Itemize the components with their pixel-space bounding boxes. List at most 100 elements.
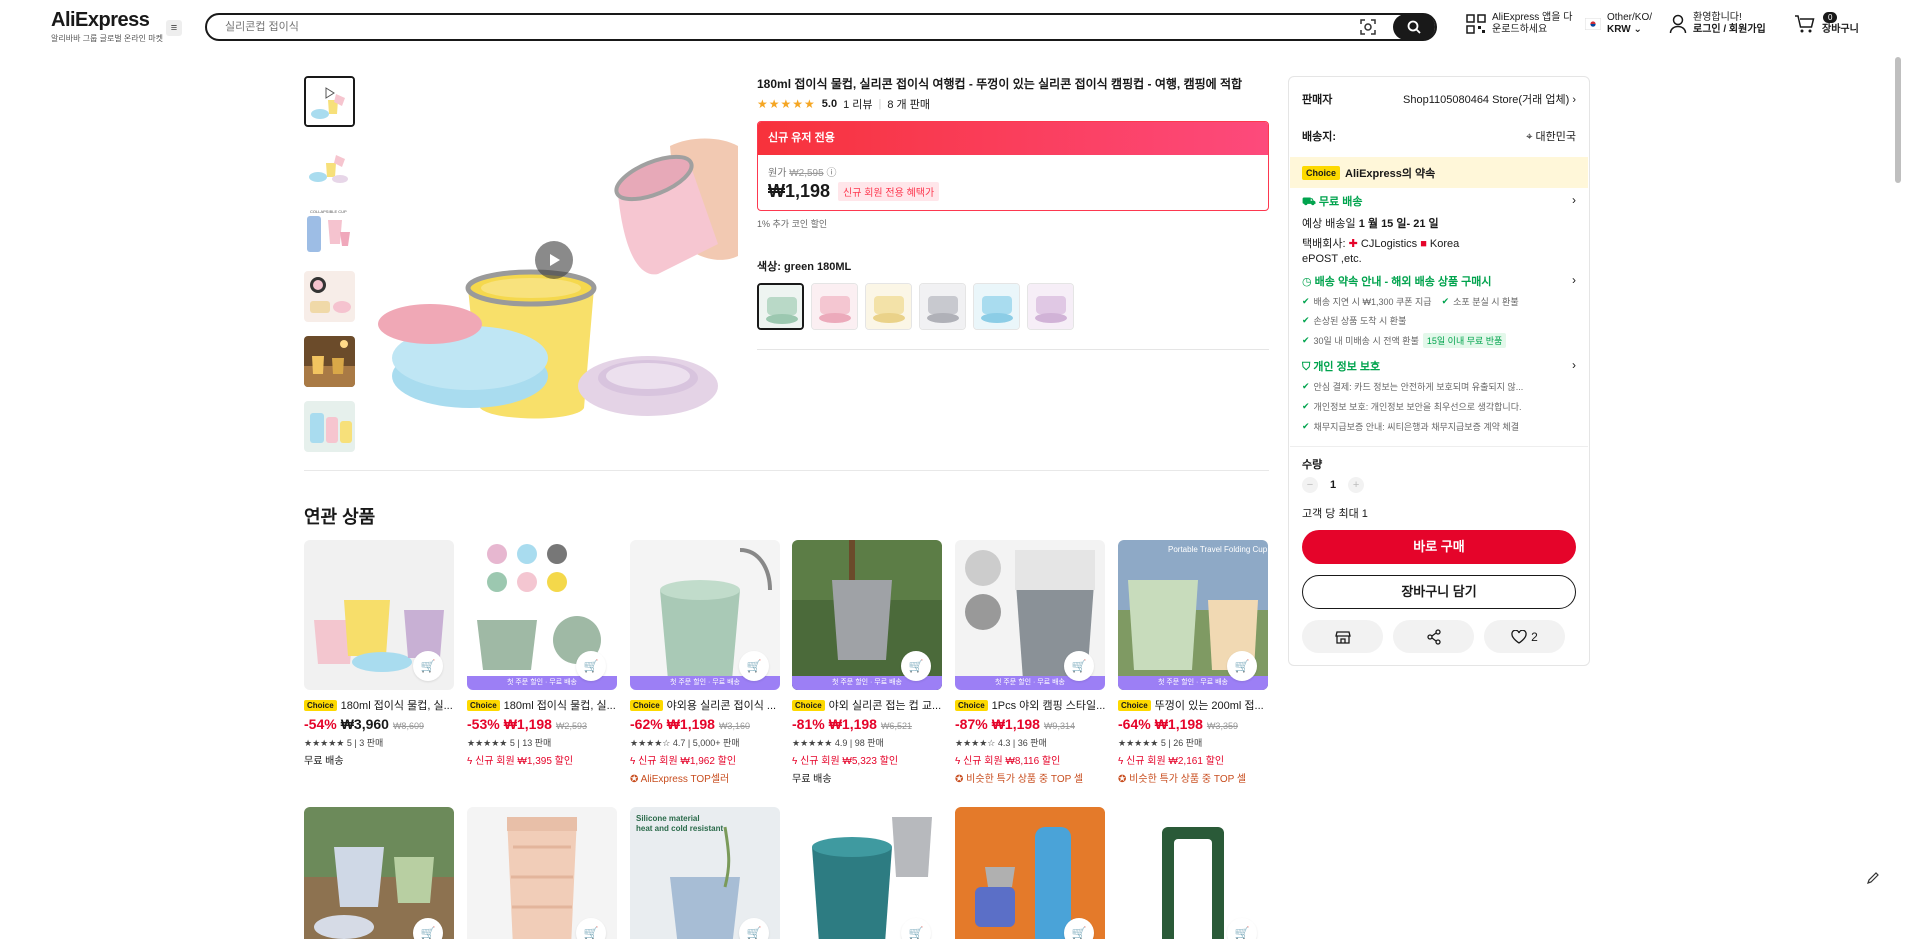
increase-button[interactable]: +	[1348, 477, 1365, 493]
swatch-green[interactable]	[757, 283, 804, 330]
store-icon	[1334, 630, 1351, 644]
lightning-icon: ϟ	[792, 756, 798, 767]
product-card[interactable]: 첫 주문 할인 · 무료 배송 🛒 Choice 1Pcs 야외 캠핑 스타일..…	[955, 540, 1105, 785]
privacy-section[interactable]: ⛉ 개인 정보 보호 › ✔ 안심 결제: 카드 정보는 안전하게 보호되며 유출…	[1302, 358, 1576, 433]
main-product-image[interactable]	[370, 76, 738, 446]
thumbnail-3[interactable]	[304, 271, 355, 322]
divider	[1290, 446, 1588, 447]
swatch-yellow[interactable]	[865, 283, 912, 330]
rating-value: 5.0	[821, 98, 838, 110]
wishlist-button[interactable]: 2	[1484, 620, 1565, 653]
app-download[interactable]: AliExpress 앱을 다 운로드하세요	[1466, 12, 1572, 36]
chevron-right-icon: ›	[1572, 358, 1576, 372]
promise-title: AliExpress의 약속	[1345, 167, 1436, 180]
add-to-cart-icon[interactable]: 🛒	[413, 651, 443, 681]
check-icon: ✔	[1302, 296, 1310, 306]
decrease-button[interactable]: −	[1302, 477, 1318, 493]
logo-subtitle: 알리바바 그룹 글로벌 온라인 마켓	[51, 34, 163, 43]
add-to-cart-icon[interactable]: 🛒	[901, 651, 931, 681]
thumbnail-2[interactable]: COLLAPSIBLE CUP	[304, 206, 355, 257]
product-price: -54% ₩3,960 ₩8,609	[304, 716, 424, 732]
add-to-cart-icon[interactable]: 🛒	[1064, 651, 1094, 681]
product-rating: ★★★★☆ 4.7 | 5,000+ 판매	[630, 738, 740, 748]
thumbnail-list: COLLAPSIBLE CUP	[304, 76, 356, 466]
thumbnail-5[interactable]	[304, 401, 355, 452]
shield-icon: ⛉	[1302, 361, 1311, 373]
add-to-cart-icon[interactable]: 🛒	[739, 651, 769, 681]
share-button[interactable]	[1393, 620, 1474, 653]
info-icon[interactable]: ⓘ	[826, 168, 836, 179]
product-name[interactable]: Choice 180ml 접이식 물컵, 실...	[304, 697, 454, 713]
product-image[interactable]: 첫 주문 할인 · 무료 배송 🛒	[955, 540, 1105, 690]
product-name[interactable]: Choice 야외용 실리콘 접이식 ...	[630, 697, 780, 713]
product-card[interactable]: 🛒	[1118, 807, 1268, 939]
free-shipping-section[interactable]: ⛟ 무료 배송 › 예상 배송일 1 월 15 일- 21 일 택배회사: ✚ …	[1302, 193, 1576, 267]
clock-icon: ◷	[1302, 276, 1312, 288]
search-input[interactable]	[225, 21, 1305, 33]
search-button[interactable]	[1393, 14, 1435, 40]
add-to-cart-icon[interactable]: 🛒	[576, 651, 606, 681]
region-selector[interactable]: Other/KO/KRW ⌄	[1585, 12, 1652, 36]
chevron-right-icon: ›	[1572, 273, 1576, 287]
thumbnail-4[interactable]	[304, 336, 355, 387]
play-video-button[interactable]	[535, 241, 573, 279]
product-card[interactable]: 첫 주문 할인 · 무료 배송 🛒 Choice 야외 실리콘 접는 컵 교...…	[792, 540, 942, 785]
store-button[interactable]	[1302, 620, 1383, 653]
share-icon	[1426, 628, 1441, 645]
swatch-purple[interactable]	[1027, 283, 1074, 330]
product-name[interactable]: Choice 180ml 접이식 물컵, 실...	[467, 697, 617, 713]
privacy-line: ✔ 채무지급보증 안내: 씨티은행과 채무지급보증 계약 체결	[1302, 421, 1519, 432]
courier-info: 택배회사: ✚ CJLogistics ■ Korea ePOST ,etc.	[1302, 238, 1460, 265]
play-icon	[550, 254, 560, 266]
privacy-title: 개인 정보 보호	[1313, 361, 1381, 373]
svg-text:heat and cold resistant: heat and cold resistant	[636, 824, 723, 833]
rating-row[interactable]: ★★★★★ 5.0 1 리뷰 | 8 개 판매	[757, 96, 1269, 112]
product-name[interactable]: Choice 1Pcs 야외 캠핑 스타일...	[955, 697, 1105, 713]
seller-row[interactable]: 판매자 Shop1105080464 Store(거래 업체) ›	[1302, 91, 1576, 107]
choice-badge: Choice	[1118, 699, 1151, 711]
product-rating: ★★★★★ 4.9 | 98 판매	[792, 738, 884, 748]
account-menu[interactable]: 환영합니다! 로그인 / 회원가입	[1669, 12, 1766, 36]
current-price: ₩1,198	[768, 181, 831, 201]
aliexpress-logo[interactable]: AliExpress 알리바바 그룹 글로벌 온라인 마켓	[51, 9, 163, 44]
product-card[interactable]: 첫 주문 할인 · 무료 배송 🛒 Choice 야외용 실리콘 접이식 ... …	[630, 540, 780, 785]
delivery-promise-section[interactable]: ◷ 배송 약속 안내 - 해외 배송 상품 구매시 › ✔ 배송 지연 시 ₩1,…	[1302, 273, 1576, 348]
product-card[interactable]: 첫 주문 할인 · 무료 배송 🛒 Choice 180ml 접이식 물컵, 실.…	[467, 540, 617, 767]
product-image[interactable]: Portable Travel Folding Cup 첫 주문 할인 · 무료…	[1118, 540, 1268, 690]
product-rating: ★★★★★ 5 | 13 판매	[467, 738, 552, 748]
buy-now-button[interactable]: 바로 구매	[1302, 530, 1576, 564]
thumbnail-video[interactable]	[304, 76, 355, 127]
menu-icon[interactable]: ≡	[166, 20, 182, 36]
product-image[interactable]: 🛒	[304, 540, 454, 690]
product-card[interactable]: 🛒	[792, 807, 942, 939]
product-name[interactable]: Choice 뚜껑이 있는 200ml 접...	[1118, 697, 1268, 713]
product-image[interactable]: 첫 주문 할인 · 무료 배송 🛒	[792, 540, 942, 690]
privacy-line: ✔ 개인정보 보호: 개인정보 보안을 최우선으로 생각합니다.	[1302, 401, 1522, 412]
product-card[interactable]: 🛒 Choice 180ml 접이식 물컵, 실... -54% ₩3,960 ₩8,…	[304, 540, 454, 767]
product-card[interactable]: 🛒	[467, 807, 617, 939]
product-benefit: ϟ 신규 회원 ₩1,962 할인	[630, 756, 737, 767]
swatch-gray[interactable]	[919, 283, 966, 330]
scrollbar-thumb[interactable]	[1895, 57, 1901, 183]
user-icon	[1669, 14, 1687, 34]
edit-icon[interactable]	[1866, 871, 1880, 888]
product-image[interactable]: 첫 주문 할인 · 무료 배송 🛒	[467, 540, 617, 690]
rating-stars: ★★★★★	[757, 97, 816, 111]
product-card[interactable]: 🛒	[304, 807, 454, 939]
swatch-blue[interactable]	[973, 283, 1020, 330]
product-benefit: ϟ 신규 회원 ₩2,161 할인	[1118, 756, 1225, 767]
image-search-icon[interactable]	[1359, 18, 1377, 36]
product-image[interactable]: 첫 주문 할인 · 무료 배송 🛒	[630, 540, 780, 690]
product-card[interactable]: Silicone material heat and cold resistant…	[630, 807, 780, 939]
lightning-icon: ϟ	[955, 756, 961, 767]
product-card[interactable]: Portable Travel Folding Cup 첫 주문 할인 · 무료…	[1118, 540, 1268, 785]
check-icon: ✔	[1302, 401, 1310, 411]
product-card[interactable]: 🛒	[955, 807, 1105, 939]
add-to-cart-icon[interactable]: 🛒	[1227, 651, 1257, 681]
ship-to-row[interactable]: 배송지: ⌖ 대한민국	[1302, 128, 1576, 144]
add-to-cart-button[interactable]: 장바구니 담기	[1302, 575, 1576, 609]
swatch-pink[interactable]	[811, 283, 858, 330]
cart-count-badge: 0	[1823, 12, 1838, 23]
product-name[interactable]: Choice 야외 실리콘 접는 컵 교...	[792, 697, 942, 713]
thumbnail-1[interactable]	[304, 141, 355, 192]
